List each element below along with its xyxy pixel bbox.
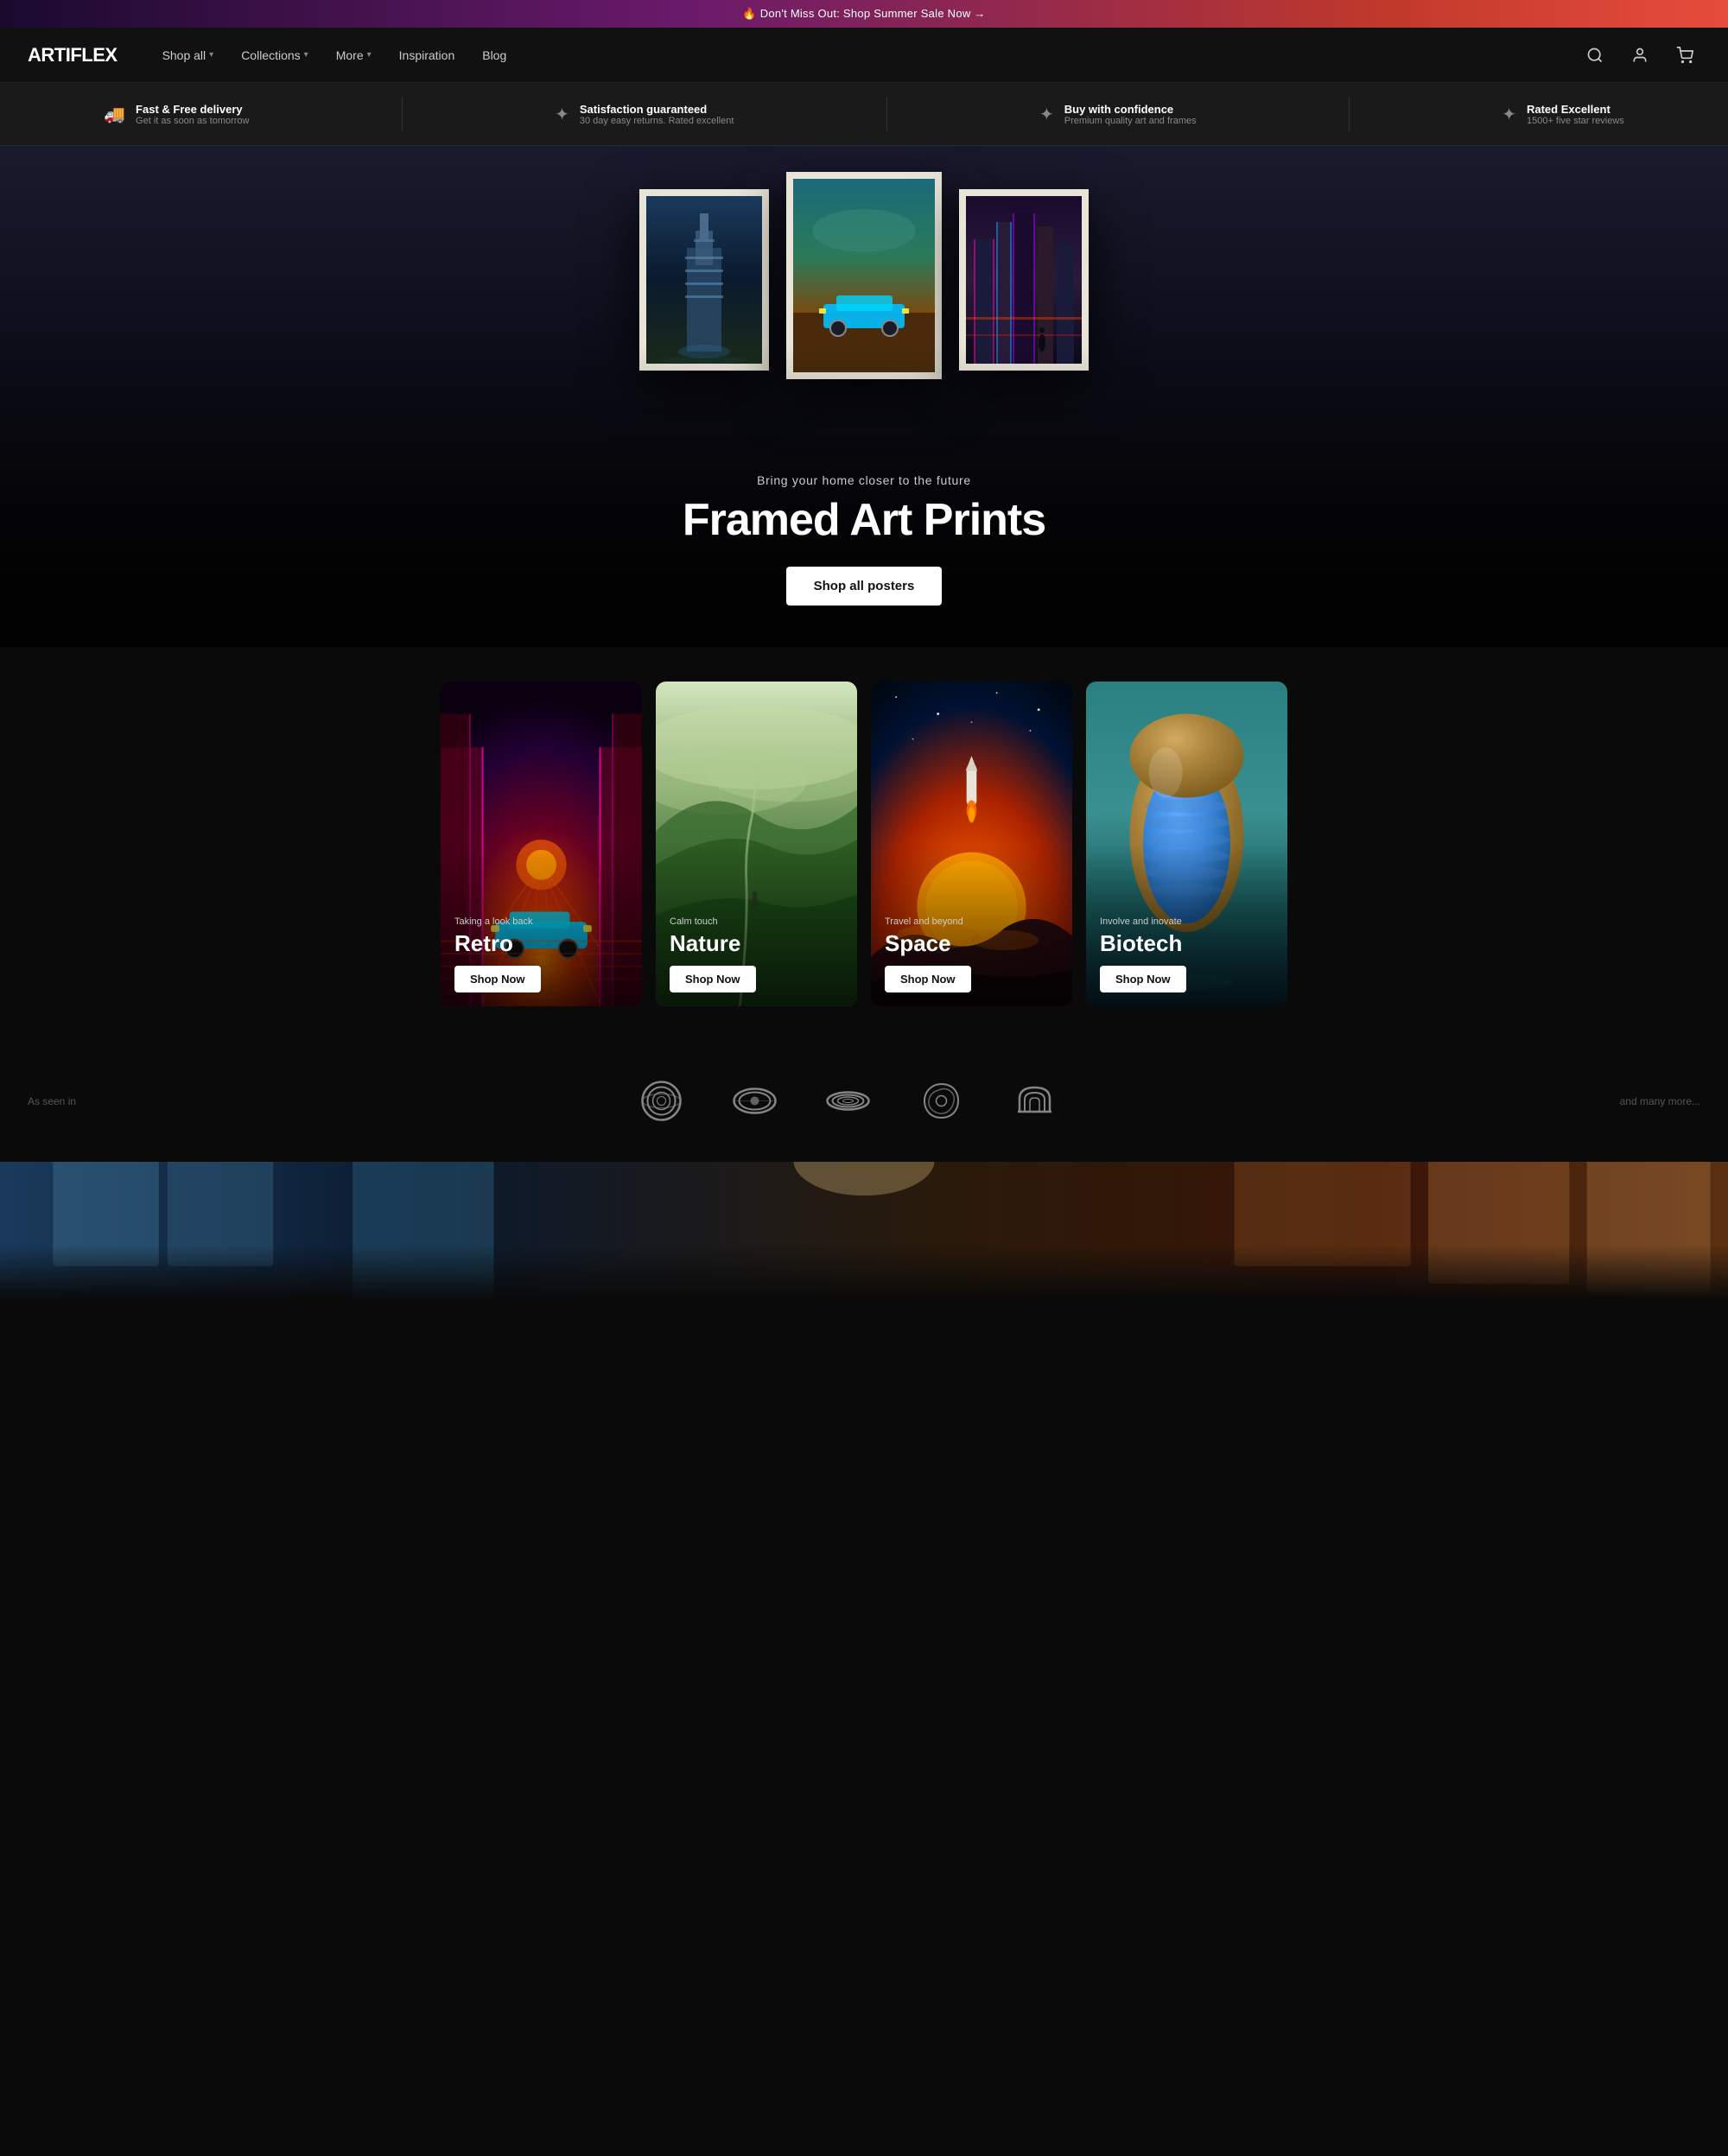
benefit-satisfaction-title: Satisfaction guaranteed	[580, 103, 734, 116]
as-seen-in-section: As seen in	[0, 1041, 1728, 1162]
nav-item-shop-all[interactable]: Shop all ▾	[152, 41, 225, 69]
brand-logo-5	[1008, 1075, 1060, 1127]
benefit-delivery: 🚚 Fast & Free delivery Get it as soon as…	[104, 103, 249, 126]
hero-subtitle: Bring your home closer to the future	[683, 473, 1045, 487]
space-tag: Travel and beyond	[885, 916, 1058, 927]
logo[interactable]: ARTIFLEX	[28, 44, 118, 67]
benefit-rated: ✦ Rated Excellent 1500+ five star review…	[1502, 103, 1624, 126]
and-more-text: and many more...	[1620, 1095, 1700, 1107]
collection-card-retro[interactable]: Taking a look back Retro Shop Now	[441, 682, 642, 1006]
as-seen-in-label: As seen in	[28, 1095, 76, 1107]
nav-icons	[1579, 40, 1700, 71]
benefit-confidence-subtitle: Premium quality art and frames	[1064, 116, 1197, 126]
user-icon	[1631, 47, 1649, 64]
delivery-icon: 🚚	[104, 104, 125, 125]
benefit-satisfaction-subtitle: 30 day easy returns. Rated excellent	[580, 116, 734, 126]
benefit-divider	[402, 97, 403, 131]
benefit-confidence-title: Buy with confidence	[1064, 103, 1197, 116]
account-button[interactable]	[1624, 40, 1655, 71]
nav-item-blog[interactable]: Blog	[472, 41, 517, 69]
brand-logo-3	[822, 1075, 874, 1127]
cart-button[interactable]	[1669, 40, 1700, 71]
benefit-delivery-title: Fast & Free delivery	[136, 103, 249, 116]
confidence-icon: ✦	[1039, 104, 1054, 125]
chevron-down-icon: ▾	[209, 50, 213, 60]
cart-icon	[1676, 47, 1693, 64]
chevron-down-icon: ▾	[304, 50, 308, 60]
chevron-down-icon: ▾	[367, 50, 372, 60]
benefit-rated-subtitle: 1500+ five star reviews	[1527, 116, 1624, 126]
collections-grid: Taking a look back Retro Shop Now	[441, 682, 1287, 1006]
hero-content: Bring your home closer to the future Fra…	[683, 473, 1045, 647]
nature-title: Nature	[670, 930, 843, 957]
bottom-preview-overlay	[0, 1162, 1728, 1300]
nature-tag: Calm touch	[670, 916, 843, 927]
nature-content: Calm touch Nature Shop Now	[656, 903, 857, 1006]
nav-item-collections[interactable]: Collections ▾	[231, 41, 319, 69]
space-shop-now-button[interactable]: Shop Now	[885, 966, 971, 992]
biotech-title: Biotech	[1100, 930, 1274, 957]
retro-title: Retro	[454, 930, 628, 957]
satisfaction-icon: ✦	[555, 104, 569, 125]
brand-logo-2	[728, 1075, 780, 1127]
navbar: ARTIFLEX Shop all ▾ Collections ▾ More ▾…	[0, 28, 1728, 83]
retro-content: Taking a look back Retro Shop Now	[441, 903, 642, 1006]
collections-section: Taking a look back Retro Shop Now	[0, 647, 1728, 1041]
benefit-confidence: ✦ Buy with confidence Premium quality ar…	[1039, 103, 1197, 126]
announcement-bar: 🔥 Don't Miss Out: Shop Summer Sale Now →	[0, 0, 1728, 28]
collection-card-nature[interactable]: Calm touch Nature Shop Now	[656, 682, 857, 1006]
rated-icon: ✦	[1502, 104, 1516, 125]
nav-item-more[interactable]: More ▾	[326, 41, 382, 69]
search-button[interactable]	[1579, 40, 1610, 71]
benefit-satisfaction: ✦ Satisfaction guaranteed 30 day easy re…	[555, 103, 734, 126]
bottom-preview	[0, 1162, 1728, 1300]
benefit-divider-3	[1349, 97, 1350, 131]
space-title: Space	[885, 930, 1058, 957]
benefit-delivery-subtitle: Get it as soon as tomorrow	[136, 116, 249, 126]
benefit-divider-2	[886, 97, 887, 131]
retro-tag: Taking a look back	[454, 916, 628, 927]
brand-logo-4	[915, 1075, 967, 1127]
biotech-shop-now-button[interactable]: Shop Now	[1100, 966, 1186, 992]
hero-title: Framed Art Prints	[683, 494, 1045, 546]
retro-shop-now-button[interactable]: Shop Now	[454, 966, 541, 992]
nature-shop-now-button[interactable]: Shop Now	[670, 966, 756, 992]
nav-item-inspiration[interactable]: Inspiration	[389, 41, 466, 69]
logo-strip	[111, 1075, 1585, 1127]
hero-section: Bring your home closer to the future Fra…	[0, 146, 1728, 647]
benefits-bar: 🚚 Fast & Free delivery Get it as soon as…	[0, 83, 1728, 146]
nav-links: Shop all ▾ Collections ▾ More ▾ Inspirat…	[152, 41, 1579, 69]
brand-logo-1	[635, 1075, 687, 1127]
benefit-rated-title: Rated Excellent	[1527, 103, 1624, 116]
announcement-text: 🔥 Don't Miss Out: Shop Summer Sale Now →	[742, 7, 985, 20]
hero-cta-button[interactable]: Shop all posters	[786, 567, 943, 606]
collection-card-biotech[interactable]: Involve and inovate Biotech Shop Now	[1086, 682, 1287, 1006]
collection-card-space[interactable]: Travel and beyond Space Shop Now	[871, 682, 1072, 1006]
biotech-tag: Involve and inovate	[1100, 916, 1274, 927]
biotech-content: Involve and inovate Biotech Shop Now	[1086, 903, 1287, 1006]
space-content: Travel and beyond Space Shop Now	[871, 903, 1072, 1006]
search-icon	[1586, 47, 1604, 64]
